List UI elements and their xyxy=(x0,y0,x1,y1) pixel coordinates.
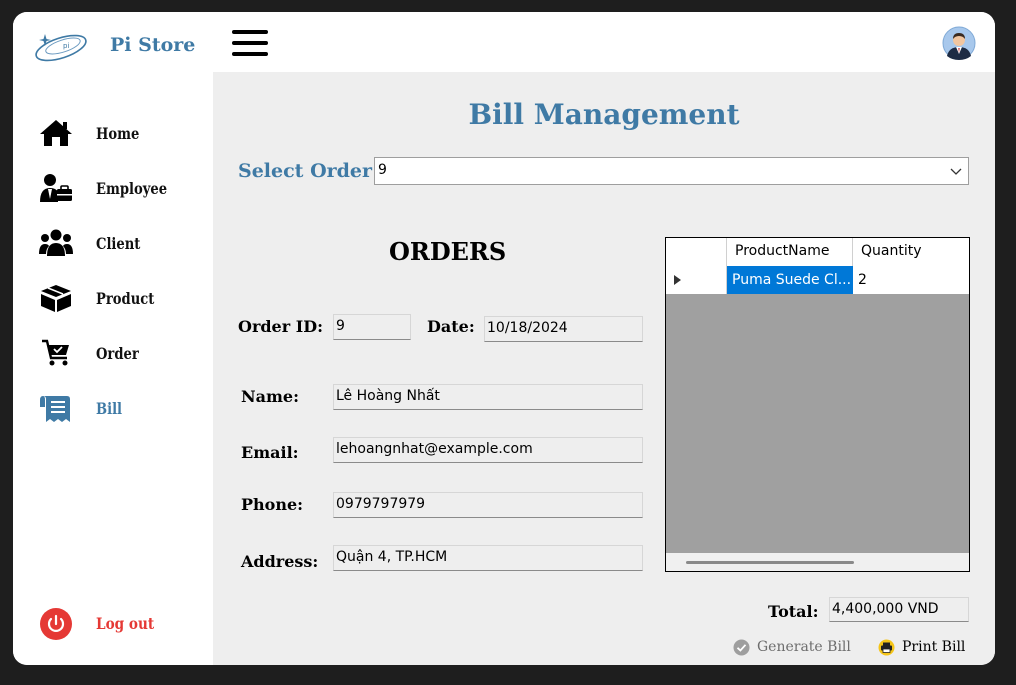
row-header-corner xyxy=(666,238,727,266)
phone-value: 0979797979 xyxy=(336,496,426,512)
sidebar-item-label: Employee xyxy=(96,179,168,198)
total-value: 4,400,000 VND xyxy=(832,601,939,617)
order-id-label: Order ID: xyxy=(238,317,323,336)
logout-button[interactable]: Log out xyxy=(39,608,199,640)
column-header-productname[interactable]: ProductName xyxy=(727,238,853,266)
chevron-down-icon xyxy=(950,168,962,175)
email-field[interactable]: lehoangnhat@example.com xyxy=(333,437,643,463)
orders-heading: ORDERS xyxy=(389,237,507,266)
sidebar: pi Pi Store Home Employee Client Product… xyxy=(13,12,213,665)
address-value: Quận 4, TP.HCM xyxy=(336,549,448,565)
printer-icon xyxy=(878,639,895,656)
home-icon xyxy=(40,120,72,146)
name-field[interactable]: Lê Hoàng Nhất xyxy=(333,384,643,410)
top-bar xyxy=(213,12,995,72)
avatar[interactable] xyxy=(942,26,976,60)
bill-icon xyxy=(40,396,70,422)
total-field[interactable]: 4,400,000 VND xyxy=(829,597,969,622)
sidebar-item-label: Order xyxy=(96,344,139,363)
selected-order-value: 9 xyxy=(378,162,387,178)
name-value: Lê Hoàng Nhất xyxy=(336,388,440,404)
total-label: Total: xyxy=(768,602,819,621)
sidebar-item-label: Product xyxy=(96,289,155,308)
horizontal-scrollbar[interactable] xyxy=(666,553,969,571)
sidebar-item-employee[interactable]: Employee xyxy=(39,171,209,207)
sidebar-item-home[interactable]: Home xyxy=(39,116,209,152)
print-bill-label: Print Bill xyxy=(902,639,966,655)
address-label: Address: xyxy=(241,552,319,571)
svg-text:pi: pi xyxy=(63,42,69,50)
grid-header: ProductName Quantity xyxy=(666,238,969,267)
date-label: Date: xyxy=(427,317,475,336)
product-box-icon xyxy=(41,285,71,312)
order-id-value: 9 xyxy=(336,318,345,334)
date-field[interactable]: 10/18/2024 xyxy=(484,316,643,342)
row-selector[interactable] xyxy=(666,266,727,294)
email-label: Email: xyxy=(241,443,299,462)
check-circle-icon xyxy=(733,639,750,656)
power-icon xyxy=(40,608,72,640)
sidebar-item-client[interactable]: Client xyxy=(39,226,209,262)
sidebar-item-label: Bill xyxy=(96,399,123,418)
date-value: 10/18/2024 xyxy=(487,320,568,336)
cell-productname[interactable]: Puma Suede Cl... xyxy=(727,266,853,294)
table-row[interactable]: Puma Suede Cl... 2 xyxy=(666,266,969,294)
clients-icon xyxy=(39,229,73,256)
pi-store-logo: pi xyxy=(35,34,87,62)
column-header-quantity[interactable]: Quantity xyxy=(853,238,969,266)
menu-toggle-button[interactable] xyxy=(232,28,268,58)
phone-label: Phone: xyxy=(241,495,304,514)
sidebar-item-order[interactable]: Order xyxy=(39,336,209,372)
address-field[interactable]: Quận 4, TP.HCM xyxy=(333,545,643,571)
order-id-field[interactable]: 9 xyxy=(333,314,411,340)
page-title: Bill Management xyxy=(468,98,740,131)
generate-bill-label: Generate Bill xyxy=(757,639,851,655)
cell-quantity[interactable]: 2 xyxy=(853,266,969,294)
sidebar-item-label: Client xyxy=(96,234,141,253)
name-label: Name: xyxy=(241,387,300,406)
logout-label: Log out xyxy=(96,614,155,633)
cart-icon xyxy=(42,339,69,366)
select-order-dropdown[interactable]: 9 xyxy=(374,157,969,185)
phone-field[interactable]: 0979797979 xyxy=(333,492,643,518)
app-window: pi Pi Store Home Employee Client Product… xyxy=(13,12,995,665)
order-items-grid[interactable]: ProductName Quantity Puma Suede Cl... 2 xyxy=(665,237,970,572)
sidebar-item-label: Home xyxy=(96,124,140,143)
bill-management-panel: Bill Management Select Order 9 ORDERS Or… xyxy=(213,72,995,665)
email-value: lehoangnhat@example.com xyxy=(336,441,533,457)
employee-icon xyxy=(40,174,72,202)
sidebar-item-product[interactable]: Product xyxy=(39,281,209,317)
brand-name: Pi Store xyxy=(110,34,196,56)
sidebar-item-bill[interactable]: Bill xyxy=(39,391,209,427)
scrollbar-thumb[interactable] xyxy=(686,561,854,564)
select-order-label: Select Order xyxy=(238,160,373,182)
row-pointer-icon xyxy=(674,275,681,285)
